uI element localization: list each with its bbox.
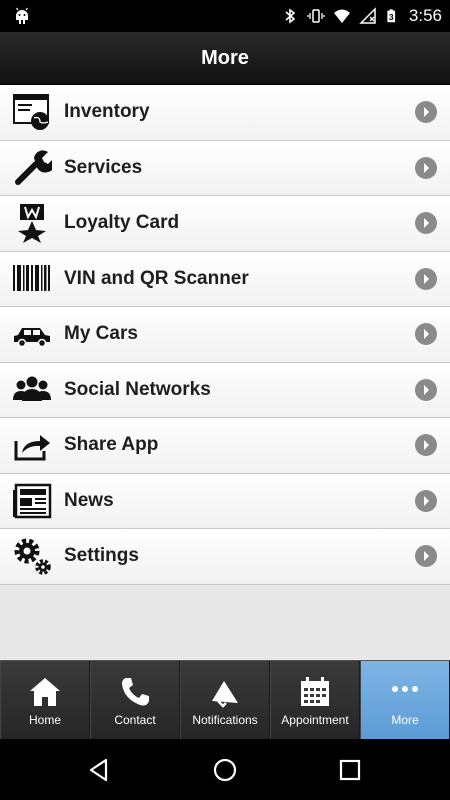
phone-icon [122, 678, 149, 706]
menu-item-label: Settings [64, 545, 139, 567]
bluetooth-icon [285, 8, 296, 24]
more-dots-icon [392, 686, 418, 692]
tab-label: Notifications [192, 713, 258, 727]
home-icon [30, 678, 60, 706]
menu-item-my-cars[interactable]: My Cars [0, 307, 450, 363]
chevron-right-icon [415, 156, 437, 179]
menu-item-social-networks[interactable]: Social Networks [0, 362, 450, 418]
chevron-right-icon [415, 212, 437, 235]
android-debug-icon [16, 7, 28, 24]
recents-icon[interactable] [337, 757, 363, 783]
menu-item-label: VIN and QR Scanner [64, 267, 249, 289]
menu-item-news[interactable]: News [0, 473, 450, 529]
chevron-right-icon [415, 378, 437, 401]
gears-icon [14, 538, 51, 575]
menu-item-label: Social Networks [64, 378, 211, 400]
car-icon [14, 328, 50, 348]
menu-item-label: News [64, 489, 114, 511]
loyalty-badge-icon [18, 204, 46, 244]
menu-item-label: My Cars [64, 323, 138, 345]
newspaper-icon [13, 483, 52, 518]
menu-item-services[interactable]: Services [0, 140, 450, 196]
people-icon [13, 376, 51, 401]
battery-level: 3 [389, 12, 394, 22]
system-nav-bar [0, 739, 450, 800]
chevron-right-icon [415, 545, 437, 568]
menu-item-label: Inventory [64, 101, 150, 123]
tab-label: More [391, 713, 419, 727]
menu-item-inventory[interactable]: Inventory [0, 85, 450, 141]
vibrate-icon [307, 9, 325, 23]
menu-item-vin-qr-scanner[interactable]: VIN and QR Scanner [0, 251, 450, 307]
chevron-right-icon [415, 323, 437, 346]
bottom-tab-bar: Home Contact Notifications Appointment M… [0, 660, 450, 739]
menu-item-label: Share App [64, 434, 159, 456]
menu-item-label: Loyalty Card [64, 212, 180, 234]
title-bar: More [0, 32, 450, 85]
inventory-globe-icon [13, 94, 49, 131]
tab-appointment[interactable]: Appointment [270, 661, 360, 739]
tab-label: Appointment [281, 713, 349, 727]
menu-item-loyalty-card[interactable]: Loyalty Card [0, 196, 450, 252]
home-circle-icon[interactable] [212, 757, 238, 783]
wifi-icon [333, 9, 350, 23]
menu-item-settings[interactable]: Settings [0, 529, 450, 585]
no-sim-icon [359, 7, 376, 24]
wrench-icon [15, 150, 52, 185]
tab-home[interactable]: Home [0, 661, 90, 739]
chevron-right-icon [415, 434, 437, 457]
status-time: 3:56 [408, 6, 442, 25]
chevron-right-icon [415, 489, 437, 512]
page-title: More [201, 46, 249, 69]
menu-item-label: Services [64, 156, 143, 178]
back-icon[interactable] [86, 757, 112, 783]
battery-icon: 3 [387, 9, 396, 23]
tab-label: Contact [114, 713, 156, 727]
tab-more[interactable]: More [360, 661, 450, 739]
tab-label: Home [28, 713, 61, 727]
calendar-icon [301, 677, 329, 706]
status-bar: 3 3:56 [0, 0, 450, 32]
barcode-icon [13, 264, 50, 291]
menu-list: Inventory Services Loyalty Card VIN and … [0, 85, 450, 660]
share-icon [14, 435, 50, 461]
chevron-right-icon [415, 267, 437, 290]
tab-notifications[interactable]: Notifications [180, 661, 270, 739]
megaphone-icon [212, 681, 238, 708]
menu-item-share-app[interactable]: Share App [0, 418, 450, 474]
tab-contact[interactable]: Contact [90, 661, 180, 739]
chevron-right-icon [415, 101, 437, 124]
